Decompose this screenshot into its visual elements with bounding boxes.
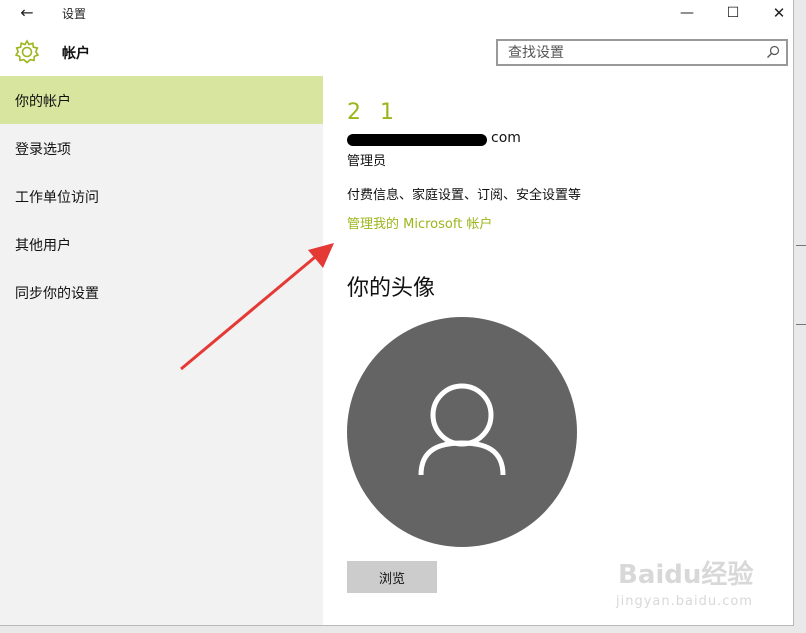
baidu-logo: Baidu经验 [618,560,754,590]
window-title: 设置 [62,7,87,21]
title-bar: ← 设置 — ☐ ✕ [0,0,793,28]
user-icon [418,383,506,476]
back-button[interactable]: ← [12,2,42,24]
user-email: com [347,130,547,150]
browse-button[interactable]: 浏览 [347,561,437,593]
avatar-section-title: 你的头像 [347,276,436,301]
sidebar-item-label: 工作单位访问 [15,190,99,206]
sidebar-item-label: 同步你的设置 [15,286,99,302]
sidebar-item-sign-in-options[interactable]: 登录选项 [0,124,323,172]
watermark-url: jingyan.baidu.com [616,594,753,609]
avatar [347,317,577,547]
minimize-button[interactable]: — [664,0,710,26]
search-input[interactable] [498,41,768,64]
sidebar-item-label: 你的帐户 [15,94,71,110]
email-redaction [347,134,487,146]
page-title: 帐户 [62,46,90,62]
page-header: 帐户 [0,28,793,76]
user-name: 2 1 [347,100,400,125]
baidu-watermark: Baidu经验 jingyan.baidu.com [612,542,792,622]
sidebar-item-label: 登录选项 [15,142,71,158]
search-icon[interactable] [766,45,780,59]
settings-window: ← 设置 — ☐ ✕ 帐户 你的帐户 登录选项 工作单位访问 [0,0,794,626]
email-suffix: com [491,130,521,146]
search-box[interactable] [496,39,788,66]
gear-icon [14,39,40,64]
sidebar-item-work-access[interactable]: 工作单位访问 [0,172,323,220]
close-button[interactable]: ✕ [756,0,793,26]
sidebar-item-label: 其他用户 [15,238,71,254]
red-arrow-annotation [180,243,334,371]
sidebar-item-your-account[interactable]: 你的帐户 [0,76,323,124]
background-edge [796,245,806,246]
user-role: 管理员 [347,154,387,169]
manage-microsoft-account-link[interactable]: 管理我的 Microsoft 帐户 [347,213,492,232]
maximize-button[interactable]: ☐ [710,0,756,26]
account-info: 付费信息、家庭设置、订阅、安全设置等 [347,188,582,203]
background-edge [796,324,806,325]
